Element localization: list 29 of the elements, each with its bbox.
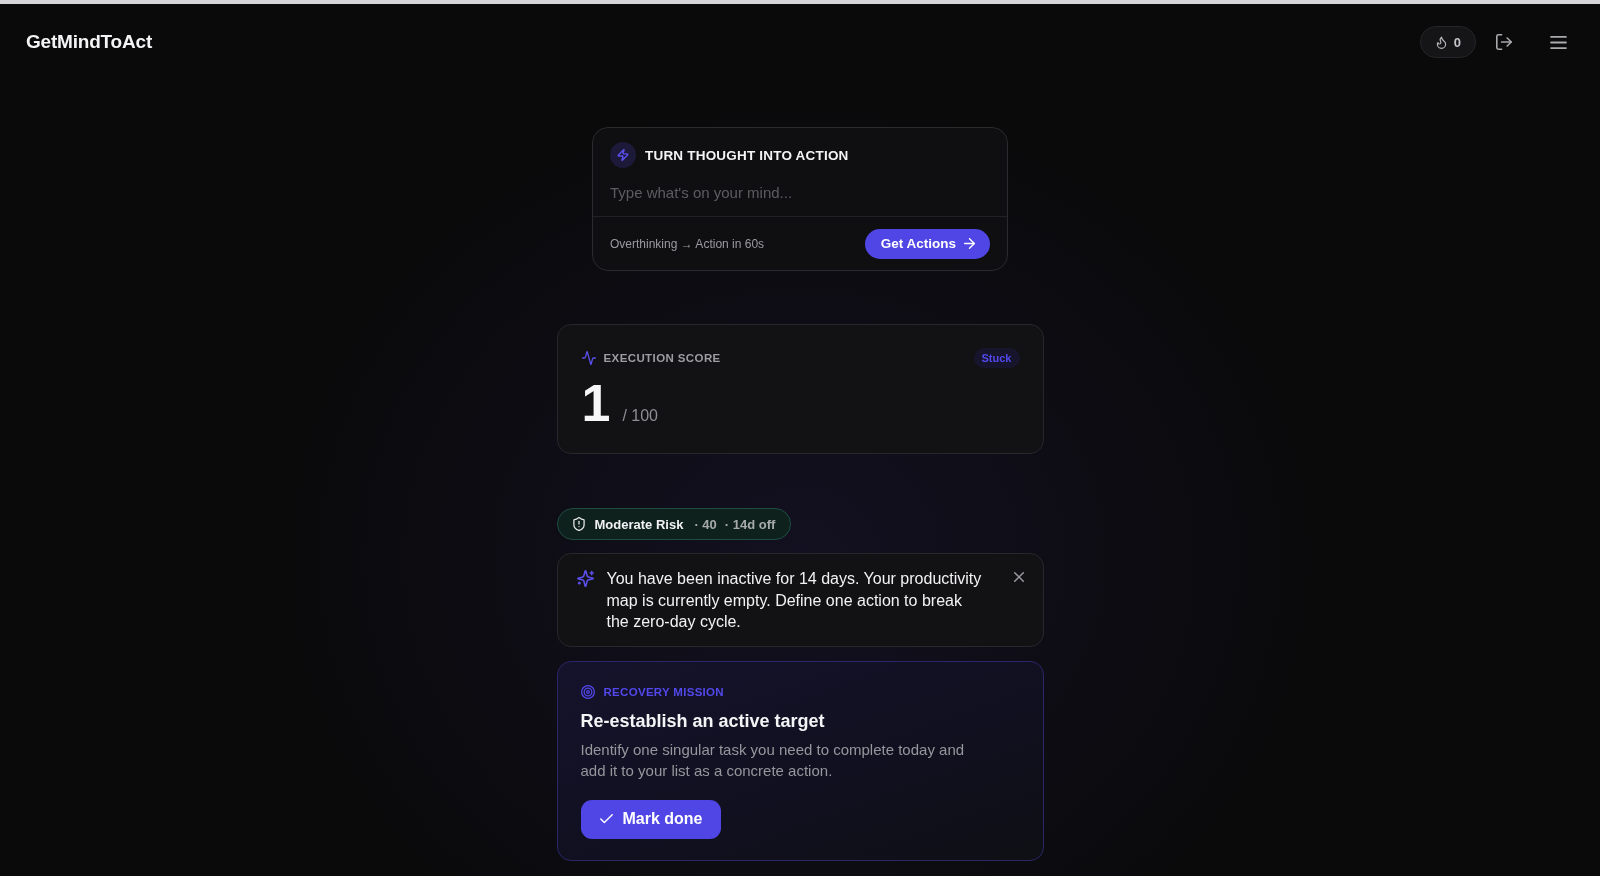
composer-title: TURN THOUGHT INTO ACTION <box>645 147 849 163</box>
close-icon <box>1013 572 1024 582</box>
score-label: EXECUTION SCORE <box>603 352 721 364</box>
risk-score: · 40 <box>694 516 717 532</box>
pulse-icon <box>581 351 596 365</box>
alert-message: You have been inactive for 14 days. Your productivity map is currently empty. Define one action to break the zero-day cycle. <box>606 569 983 632</box>
streak-pill[interactable]: 0 <box>1419 26 1476 58</box>
lightning-icon <box>610 142 636 168</box>
tagline: Overthinking → Action in 60s <box>610 236 765 251</box>
mission-label: RECOVERY MISSION <box>603 685 724 698</box>
thought-input[interactable]: Type what's on your mind... <box>610 178 990 206</box>
flame-icon <box>1435 35 1447 49</box>
get-actions-button[interactable]: Get Actions <box>864 228 990 259</box>
score-value: 1 <box>581 377 611 429</box>
streak-count: 0 <box>1453 34 1461 50</box>
risk-label: Moderate Risk <box>594 516 684 532</box>
mission-title: Re-establish an active target <box>580 709 826 733</box>
mission-description: Identify one singular task you need to complete today and add it to your list as a concrete action. <box>580 739 966 781</box>
shield-icon <box>572 517 585 531</box>
target-icon <box>580 684 595 699</box>
menu-icon <box>1550 35 1567 49</box>
sparkles-icon <box>576 570 594 587</box>
check-icon <box>599 814 613 824</box>
days-off: · 14d off <box>724 516 776 532</box>
logout-icon <box>1496 34 1512 50</box>
status-badge: Stuck <box>973 348 1020 368</box>
score-max: / 100 <box>622 407 658 425</box>
mark-done-button[interactable]: Mark done <box>580 799 721 839</box>
app-logo[interactable]: GetMindToAct <box>26 31 152 53</box>
